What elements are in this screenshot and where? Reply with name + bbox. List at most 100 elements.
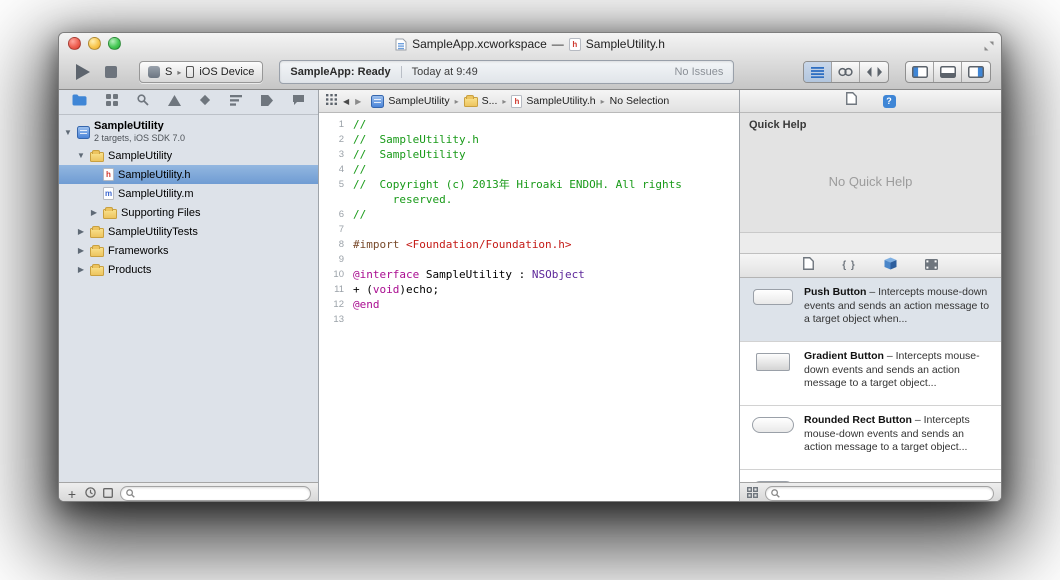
- code-area[interactable]: 1//2// SampleUtility.h3// SampleUtility4…: [319, 113, 739, 502]
- recent-files-filter-icon[interactable]: [85, 485, 96, 503]
- test-navigator-icon[interactable]: [199, 93, 211, 111]
- zoom-button[interactable]: [108, 37, 121, 50]
- library-item-push-button[interactable]: Push Button – Intercepts mouse-down even…: [740, 278, 1001, 342]
- code-line[interactable]: reserved.: [319, 192, 739, 207]
- disclosure-triangle-icon[interactable]: ▼: [76, 151, 86, 160]
- code-line[interactable]: 5// Copyright (c) 2013年 Hiroaki ENDOH. A…: [319, 177, 739, 192]
- code-line[interactable]: 12@end: [319, 297, 739, 312]
- tree-item-frameworks[interactable]: ▶ Frameworks: [59, 241, 318, 260]
- media-library-icon[interactable]: [925, 257, 938, 275]
- breadcrumb-item-s[interactable]: S...: [464, 95, 498, 107]
- tree-item-supporting-files[interactable]: ▶Supporting Files: [59, 203, 318, 222]
- symbol-navigator-icon[interactable]: [106, 93, 118, 111]
- tree-item-products[interactable]: ▶Products: [59, 260, 318, 279]
- code-line[interactable]: 2// SampleUtility.h: [319, 132, 739, 147]
- line-number: 13: [319, 312, 353, 327]
- toggle-utilities-button[interactable]: [962, 62, 990, 82]
- code-line[interactable]: 1//: [319, 117, 739, 132]
- close-button[interactable]: [68, 37, 81, 50]
- breadcrumb-item-sampleutility-h[interactable]: hSampleUtility.h: [511, 95, 595, 108]
- run-button[interactable]: [69, 58, 97, 86]
- project-navigator-icon[interactable]: [72, 93, 87, 111]
- tree-item-sampleutility[interactable]: ▼SampleUtility: [59, 146, 318, 165]
- toggle-debug-area-button[interactable]: [934, 62, 962, 82]
- xcode-window: SampleApp.xcworkspace — h SampleUtility.…: [58, 32, 1002, 502]
- code-snippet-library-icon[interactable]: { }: [842, 260, 856, 271]
- debug-panel-icon: [940, 66, 956, 78]
- search-icon[interactable]: [137, 93, 149, 111]
- disclosure-triangle-icon[interactable]: ▶: [89, 208, 99, 217]
- library-item-partial[interactable]: [740, 470, 1001, 482]
- workspace-icon: [395, 38, 407, 51]
- folder-icon: [90, 228, 104, 238]
- window-title: SampleApp.xcworkspace — h SampleUtility.…: [395, 37, 665, 51]
- assistant-editor-button[interactable]: [832, 62, 860, 82]
- code-line[interactable]: 6//: [319, 207, 739, 222]
- issue-navigator-icon[interactable]: [168, 93, 181, 111]
- code-token: void: [373, 283, 400, 296]
- code-line[interactable]: 10@interface SampleUtility : NSObject: [319, 267, 739, 282]
- breadcrumb: SampleUtility▸S...▸hSampleUtility.h▸No S…: [371, 95, 669, 108]
- stop-button[interactable]: [97, 58, 125, 86]
- tree-item-sampleutility[interactable]: ▼SampleUtility2 targets, iOS SDK 7.0: [59, 118, 318, 146]
- breadcrumb-item-no-selection[interactable]: No Selection: [610, 95, 670, 107]
- tree-item-label: Frameworks: [108, 245, 169, 257]
- add-button[interactable]: +: [66, 487, 78, 501]
- scm-filter-icon[interactable]: [103, 485, 113, 503]
- file-template-library-icon[interactable]: [803, 257, 814, 275]
- debug-navigator-icon[interactable]: [230, 93, 242, 111]
- tree-item-text: SampleUtilityTests: [108, 226, 198, 238]
- breakpoint-navigator-icon[interactable]: [261, 93, 273, 111]
- log-navigator-icon[interactable]: [292, 93, 305, 111]
- scheme-icon: [148, 66, 160, 78]
- breadcrumb-item-sampleutility[interactable]: SampleUtility: [371, 95, 449, 108]
- version-editor-button[interactable]: [860, 62, 888, 82]
- disclosure-triangle-icon[interactable]: ▼: [63, 128, 73, 137]
- code-line[interactable]: 7: [319, 222, 739, 237]
- disclosure-triangle-icon[interactable]: ▶: [76, 227, 86, 236]
- breadcrumb-label: SampleUtility.h: [526, 95, 595, 107]
- navigator-filter-field[interactable]: [120, 486, 311, 501]
- code-line[interactable]: 9: [319, 252, 739, 267]
- code-token: //: [353, 118, 366, 131]
- library-item-gradient-button[interactable]: Gradient Button – Intercepts mouse-down …: [740, 342, 1001, 406]
- code-text: // SampleUtility: [353, 147, 466, 162]
- navigator-panel: ▼SampleUtility2 targets, iOS SDK 7.0▼Sam…: [59, 90, 319, 502]
- code-line[interactable]: 13: [319, 312, 739, 327]
- tree-item-sampleutilitytests[interactable]: ▶ SampleUtilityTests: [59, 222, 318, 241]
- standard-editor-button[interactable]: [804, 62, 832, 82]
- code-line[interactable]: 3// SampleUtility: [319, 147, 739, 162]
- title-file-icon: h: [569, 38, 581, 51]
- code-line[interactable]: 11+ (void)echo;: [319, 282, 739, 297]
- tree-item-sampleutility-m[interactable]: m SampleUtility.m: [59, 184, 318, 203]
- rounded-preview: [748, 414, 798, 461]
- code-text: // SampleUtility.h: [353, 132, 479, 147]
- code-line[interactable]: 8#import <Foundation/Foundation.h>: [319, 237, 739, 252]
- tree-item-sampleutility-h[interactable]: hSampleUtility.h: [59, 165, 318, 184]
- object-library-icon[interactable]: [884, 257, 897, 275]
- breadcrumb-label: S...: [482, 95, 498, 107]
- grid-view-icon[interactable]: [747, 485, 758, 503]
- quick-help-inspector-icon[interactable]: ?: [883, 95, 896, 108]
- toggle-navigator-button[interactable]: [906, 62, 934, 82]
- library-search-field[interactable]: [765, 486, 994, 501]
- disclosure-triangle-icon[interactable]: ▶: [76, 246, 86, 255]
- library-item-name: Gradient Button: [804, 350, 884, 362]
- back-icon[interactable]: ◀: [343, 97, 349, 106]
- code-token: //: [353, 163, 366, 176]
- file-inspector-icon[interactable]: [846, 92, 857, 110]
- minimize-button[interactable]: [88, 37, 101, 50]
- titlebar[interactable]: SampleApp.xcworkspace — h SampleUtility.…: [59, 33, 1001, 55]
- disclosure-triangle-icon[interactable]: ▶: [76, 265, 86, 274]
- code-line[interactable]: 4//: [319, 162, 739, 177]
- scheme-selector[interactable]: S ▸ iOS Device: [139, 61, 263, 83]
- file-m-icon: m: [103, 187, 114, 200]
- line-number: 1: [319, 117, 353, 132]
- fullscreen-icon[interactable]: [984, 38, 994, 56]
- forward-icon[interactable]: ▶: [355, 97, 361, 106]
- related-items-icon[interactable]: [326, 94, 337, 108]
- library-item-rounded-rect-button[interactable]: Rounded Rect Button – Intercepts mouse-d…: [740, 406, 1001, 470]
- tree-item-label: SampleUtility.m: [118, 188, 194, 200]
- title-separator: —: [552, 37, 564, 51]
- quick-help-empty-message: No Quick Help: [740, 131, 1001, 232]
